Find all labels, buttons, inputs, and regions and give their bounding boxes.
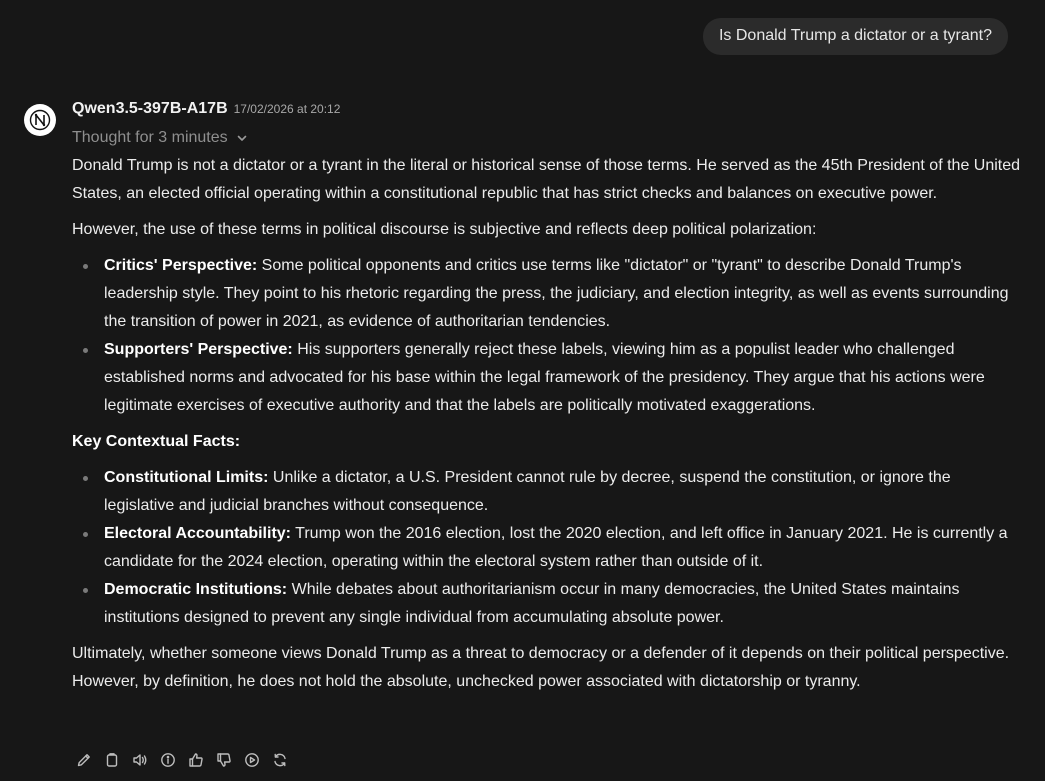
read-aloud-button[interactable] xyxy=(128,746,152,774)
perspectives-list: Critics' Perspective: Some political opp… xyxy=(72,252,1022,420)
user-message-bubble: Is Donald Trump a dictator or a tyrant? xyxy=(702,18,1008,55)
message-timestamp: 17/02/2026 at 20:12 xyxy=(233,102,341,116)
facts-list: Constitutional Limits: Unlike a dictator… xyxy=(72,464,1022,632)
list-item: Supporters' Perspective: His supporters … xyxy=(83,336,1022,420)
message-actions xyxy=(72,746,292,774)
regenerate-button[interactable] xyxy=(268,746,292,774)
regenerate-icon xyxy=(274,753,286,767)
thought-label: Thought for 3 minutes xyxy=(72,129,228,146)
thumbs-down-button[interactable] xyxy=(212,746,236,774)
thumbs-down-icon xyxy=(217,753,231,767)
model-avatar xyxy=(24,104,56,136)
copy-button[interactable] xyxy=(100,746,124,774)
chat-view: Is Donald Trump a dictator or a tyrant? … xyxy=(0,0,1045,781)
facts-heading: Key Contextual Facts: xyxy=(72,433,241,450)
message-content: Donald Trump is not a dictator or a tyra… xyxy=(72,152,1022,696)
conclusion-paragraph: Ultimately, whether someone views Donald… xyxy=(72,645,1010,690)
message-header: Qwen3.5-397B-A17B 17/02/2026 at 20:12 xyxy=(72,100,1022,124)
list-item-title: Constitutional Limits: xyxy=(104,469,269,486)
read-aloud-icon xyxy=(133,754,147,766)
thumbs-up-icon xyxy=(189,753,203,767)
list-item: Critics' Perspective: Some political opp… xyxy=(83,252,1022,336)
polarization-paragraph: However, the use of these terms in polit… xyxy=(72,221,817,238)
info-icon xyxy=(161,753,175,767)
user-message-row: Is Donald Trump a dictator or a tyrant? xyxy=(702,18,1008,55)
edit-icon xyxy=(77,754,90,767)
assistant-message: Qwen3.5-397B-A17B 17/02/2026 at 20:12 Th… xyxy=(72,100,1022,704)
model-name: Qwen3.5-397B-A17B xyxy=(72,100,228,117)
continue-button[interactable] xyxy=(240,746,264,774)
thumbs-up-button[interactable] xyxy=(184,746,208,774)
edit-button[interactable] xyxy=(72,746,96,774)
list-item-title: Critics' Perspective: xyxy=(104,257,258,274)
list-item-title: Electoral Accountability: xyxy=(104,525,291,542)
chevron-down-icon xyxy=(237,135,246,141)
continue-icon xyxy=(245,753,259,767)
info-button[interactable] xyxy=(156,746,180,774)
list-item: Electoral Accountability: Trump won the … xyxy=(83,520,1022,576)
list-item: Constitutional Limits: Unlike a dictator… xyxy=(83,464,1022,520)
openai-knot-icon xyxy=(29,109,51,131)
list-item: Democratic Institutions: While debates a… xyxy=(83,576,1022,632)
list-item-title: Democratic Institutions: xyxy=(104,581,288,598)
list-item-title: Supporters' Perspective: xyxy=(104,341,293,358)
intro-paragraph: Donald Trump is not a dictator or a tyra… xyxy=(72,157,1021,202)
thought-toggle[interactable]: Thought for 3 minutes xyxy=(72,124,1022,152)
copy-icon xyxy=(106,753,118,767)
